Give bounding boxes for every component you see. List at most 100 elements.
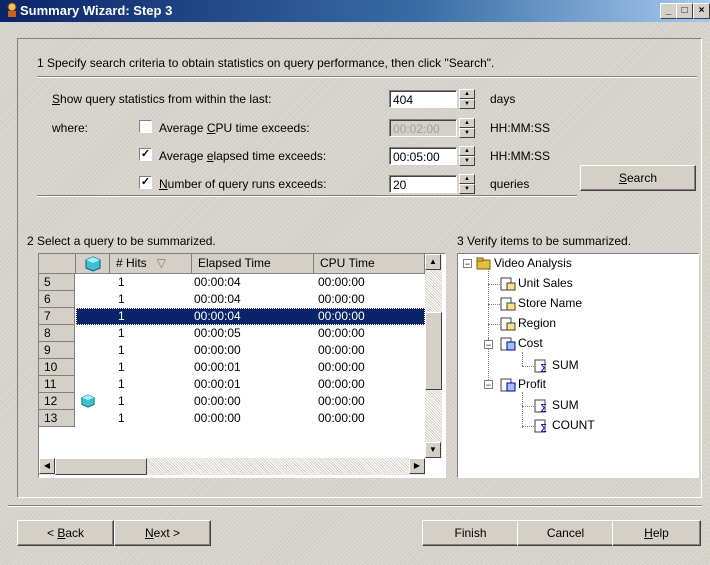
elapsed-cell: 00:00:04	[194, 275, 241, 289]
runs-unit: queries	[490, 177, 530, 191]
row-number[interactable]: 6	[39, 291, 75, 308]
table-row[interactable]: 8 1 00:00:05 00:00:00	[39, 325, 429, 342]
elapsed-cell: 00:00:01	[194, 377, 241, 391]
dimension-icon	[500, 277, 516, 291]
cube-folder-icon	[476, 257, 491, 270]
window-title: Summary Wizard: Step 3	[20, 3, 173, 18]
grid-icon-column-header[interactable]	[76, 254, 110, 274]
tree-item-cost-sum[interactable]: SUM	[552, 357, 579, 373]
scroll-up-button[interactable]: ▲	[425, 254, 441, 270]
cpu-unit: HH:MM:SS	[490, 121, 550, 135]
row-number[interactable]: 13	[39, 410, 75, 427]
cpu-cell: 00:00:00	[318, 326, 365, 340]
query-grid[interactable]: # Hits ▽ Elapsed Time CPU Time 5 1 00:00:04…	[38, 253, 446, 478]
runs-label: Number of query runs exceeds:	[159, 177, 327, 191]
close-button[interactable]: ×	[693, 3, 710, 19]
minimize-button[interactable]: _	[660, 3, 677, 19]
horizontal-scroll-thumb[interactable]	[55, 458, 147, 475]
elapsed-cell: 00:00:04	[194, 309, 241, 323]
help-button[interactable]: Help	[612, 520, 701, 546]
elapsed-cell: 00:00:04	[194, 292, 241, 306]
hits-cell: 1	[118, 292, 125, 306]
cpu-column-header[interactable]: CPU Time	[314, 254, 425, 274]
hits-cell: 1	[118, 309, 125, 323]
search-button[interactable]: Search	[580, 165, 696, 191]
cpu-cell: 00:00:00	[318, 360, 365, 374]
table-row[interactable]: 7 1 00:00:04 00:00:00	[39, 308, 429, 325]
tree-line	[488, 304, 500, 305]
runs-field[interactable]: 20	[389, 175, 457, 193]
row-number[interactable]: 10	[39, 359, 75, 376]
table-row[interactable]: 11 1 00:00:01 00:00:00	[39, 376, 429, 393]
grid-horizontal-scrollbar[interactable]: ◀ ▶	[39, 458, 425, 475]
table-row[interactable]: 13 1 00:00:00 00:00:00	[39, 410, 429, 427]
table-row[interactable]: 9 1 00:00:00 00:00:00	[39, 342, 429, 359]
tree-item-unit-sales[interactable]: Unit Sales	[518, 275, 573, 291]
table-row[interactable]: 10 1 00:00:01 00:00:00	[39, 359, 429, 376]
table-row[interactable]: 5 1 00:00:04 00:00:00	[39, 274, 429, 291]
back-button[interactable]: < Back	[17, 520, 114, 546]
row-number[interactable]: 12	[39, 393, 75, 410]
row-number[interactable]: 5	[39, 274, 75, 291]
tree-line	[522, 392, 523, 428]
scroll-right-button[interactable]: ▶	[409, 458, 425, 474]
collapse-profit-toggle[interactable]: −	[484, 380, 493, 390]
tree-item-store-name[interactable]: Store Name	[518, 295, 582, 311]
elapsed-cell: 00:00:01	[194, 360, 241, 374]
grid-vertical-scrollbar[interactable]: ▲ ▼	[425, 254, 442, 458]
wizard-icon	[7, 2, 17, 17]
table-row[interactable]: 6 1 00:00:04 00:00:00	[39, 291, 429, 308]
svg-text:Σ: Σ	[540, 422, 547, 433]
step3-heading: 3 Verify items to be summarized.	[457, 234, 632, 248]
cancel-button[interactable]: Cancel	[517, 520, 614, 546]
tree-line	[488, 324, 500, 325]
hits-cell: 1	[118, 343, 125, 357]
step1-heading: 1 Specify search criteria to obtain stat…	[37, 56, 495, 70]
finish-button[interactable]: Finish	[422, 520, 519, 546]
tree-item-region[interactable]: Region	[518, 315, 556, 331]
cpu-checkbox[interactable]	[139, 120, 152, 133]
title-bar[interactable]: Summary Wizard: Step 3 _ □ ×	[0, 0, 710, 22]
row-number[interactable]: 9	[39, 342, 75, 359]
tree-item-cost[interactable]: Cost	[518, 335, 543, 351]
elapsed-checkbox[interactable]: ✓	[139, 148, 152, 161]
row-number[interactable]: 7	[39, 308, 75, 325]
runs-spinner[interactable]: ▲ ▼	[459, 174, 475, 194]
tree-item-profit-count[interactable]: COUNT	[552, 417, 595, 433]
elapsed-time-field[interactable]: 00:05:00	[389, 147, 457, 165]
scroll-down-button[interactable]: ▼	[425, 442, 441, 458]
tree-item-profit-sum[interactable]: SUM	[552, 397, 579, 413]
next-button[interactable]: Next >	[114, 520, 211, 546]
collapse-root-toggle[interactable]: −	[463, 259, 472, 269]
hits-cell: 1	[118, 360, 125, 374]
row-number[interactable]: 8	[39, 325, 75, 342]
maximize-button[interactable]: □	[676, 3, 693, 19]
cpu-time-field[interactable]: 00:02:00	[389, 119, 457, 137]
vertical-scroll-thumb[interactable]	[425, 312, 442, 390]
runs-checkbox[interactable]: ✓	[139, 176, 152, 189]
hits-column-header[interactable]: # Hits ▽	[110, 254, 192, 274]
cpu-cell: 00:00:00	[318, 343, 365, 357]
elapsed-column-header[interactable]: Elapsed Time	[192, 254, 314, 274]
tree-root-video-analysis[interactable]: Video Analysis	[494, 255, 572, 271]
summary-items-tree[interactable]: − Video Analysis Unit Sales Store Name R…	[457, 253, 699, 478]
elapsed-cell: 00:00:00	[194, 411, 241, 425]
collapse-cost-toggle[interactable]: −	[484, 340, 493, 350]
summary-wizard-window: Summary Wizard: Step 3 _ □ × 1 Specify s…	[0, 0, 710, 565]
elapsed-cell: 00:00:05	[194, 326, 241, 340]
footer-divider	[8, 505, 702, 507]
tree-line	[522, 366, 534, 367]
tree-line	[488, 268, 489, 338]
row-number[interactable]: 11	[39, 376, 75, 393]
table-row[interactable]: 12 1 00:00:00 00:00:00	[39, 393, 429, 410]
elapsed-time-spinner[interactable]: ▲ ▼	[459, 146, 475, 166]
days-field[interactable]: 404	[389, 90, 457, 108]
scroll-left-button[interactable]: ◀	[39, 458, 55, 474]
days-spinner[interactable]: ▲ ▼	[459, 89, 475, 109]
tree-line	[488, 284, 500, 285]
elapsed-unit: HH:MM:SS	[490, 149, 550, 163]
tree-item-profit[interactable]: Profit	[518, 376, 546, 392]
elapsed-label: Average elapsed time exceeds:	[159, 149, 327, 163]
cpu-time-spinner[interactable]: ▲ ▼	[459, 118, 475, 138]
tree-line	[522, 352, 523, 366]
